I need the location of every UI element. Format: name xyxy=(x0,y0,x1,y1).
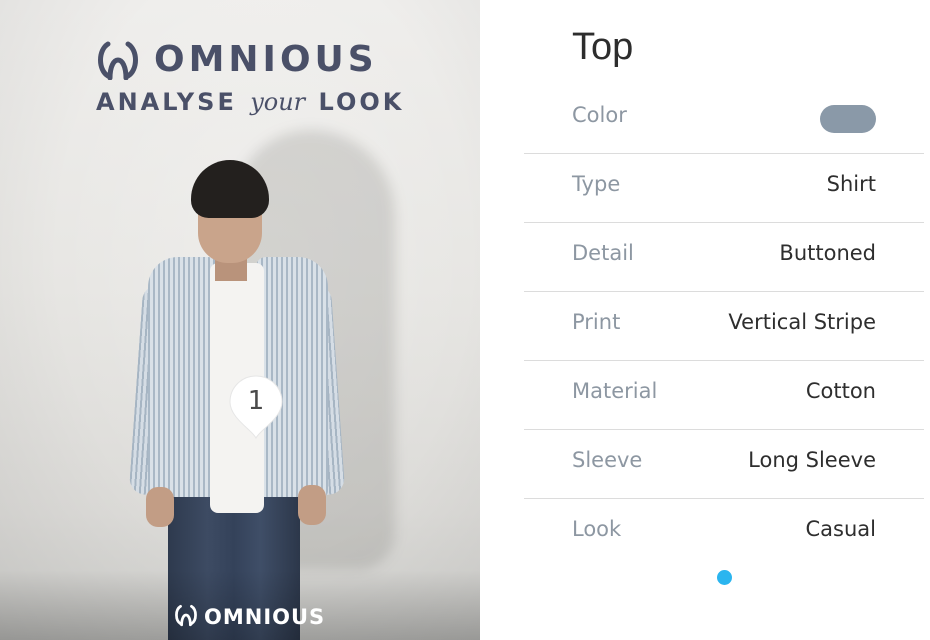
person-left-hand xyxy=(146,487,174,527)
attribute-row-detail: Detail Buttoned xyxy=(524,223,924,292)
attribute-panel: Top Color Type Shirt Detail Buttoned Pri… xyxy=(480,0,930,640)
attribute-label: Color xyxy=(572,103,627,127)
wall-tagline: ANALYSE your LOOK xyxy=(96,86,404,118)
attribute-label: Type xyxy=(572,172,621,196)
attribute-value: Casual xyxy=(805,517,877,541)
wall-brand-name: OMNIOUS xyxy=(154,39,378,80)
omnious-watermark-icon xyxy=(174,602,198,632)
attribute-label: Material xyxy=(572,379,658,403)
item-marker-1[interactable]: 1 xyxy=(226,372,286,440)
photo-watermark: OMNIOUS xyxy=(174,602,325,632)
attribute-label: Detail xyxy=(572,241,634,265)
wall-brand: OMNIOUS xyxy=(96,40,378,80)
panel-title: Top xyxy=(572,26,634,68)
tagline-look: LOOK xyxy=(318,88,405,116)
person-right-hand xyxy=(298,485,326,525)
attribute-value: Shirt xyxy=(826,172,876,196)
look-photo: OMNIOUS ANALYSE your LOOK 1 OMNIOUS xyxy=(0,0,480,640)
shirt-left-panel xyxy=(148,257,218,497)
attribute-value: Vertical Stripe xyxy=(728,310,876,334)
tagline-analyse: ANALYSE xyxy=(96,88,237,116)
tagline-your: your xyxy=(250,88,306,116)
attribute-value: Long Sleeve xyxy=(748,448,876,472)
attribute-value: Buttoned xyxy=(779,241,876,265)
attribute-label: Look xyxy=(572,517,622,541)
attribute-value: Cotton xyxy=(805,379,876,403)
attribute-row-print: Print Vertical Stripe xyxy=(524,292,924,361)
attribute-row-look: Look Casual xyxy=(524,499,924,567)
watermark-name: OMNIOUS xyxy=(204,605,326,629)
person-hair xyxy=(191,160,269,218)
attribute-row-color: Color xyxy=(524,85,924,154)
attribute-row-sleeve: Sleeve Long Sleeve xyxy=(524,430,924,499)
item-marker-number: 1 xyxy=(247,386,265,416)
attribute-row-type: Type Shirt xyxy=(524,154,924,223)
attribute-row-material: Material Cotton xyxy=(524,361,924,430)
page-indicator-dot[interactable] xyxy=(717,570,732,585)
attribute-label: Print xyxy=(572,310,621,334)
attribute-label: Sleeve xyxy=(572,448,643,472)
color-swatch xyxy=(820,105,876,133)
omnious-logo-icon xyxy=(96,40,140,80)
